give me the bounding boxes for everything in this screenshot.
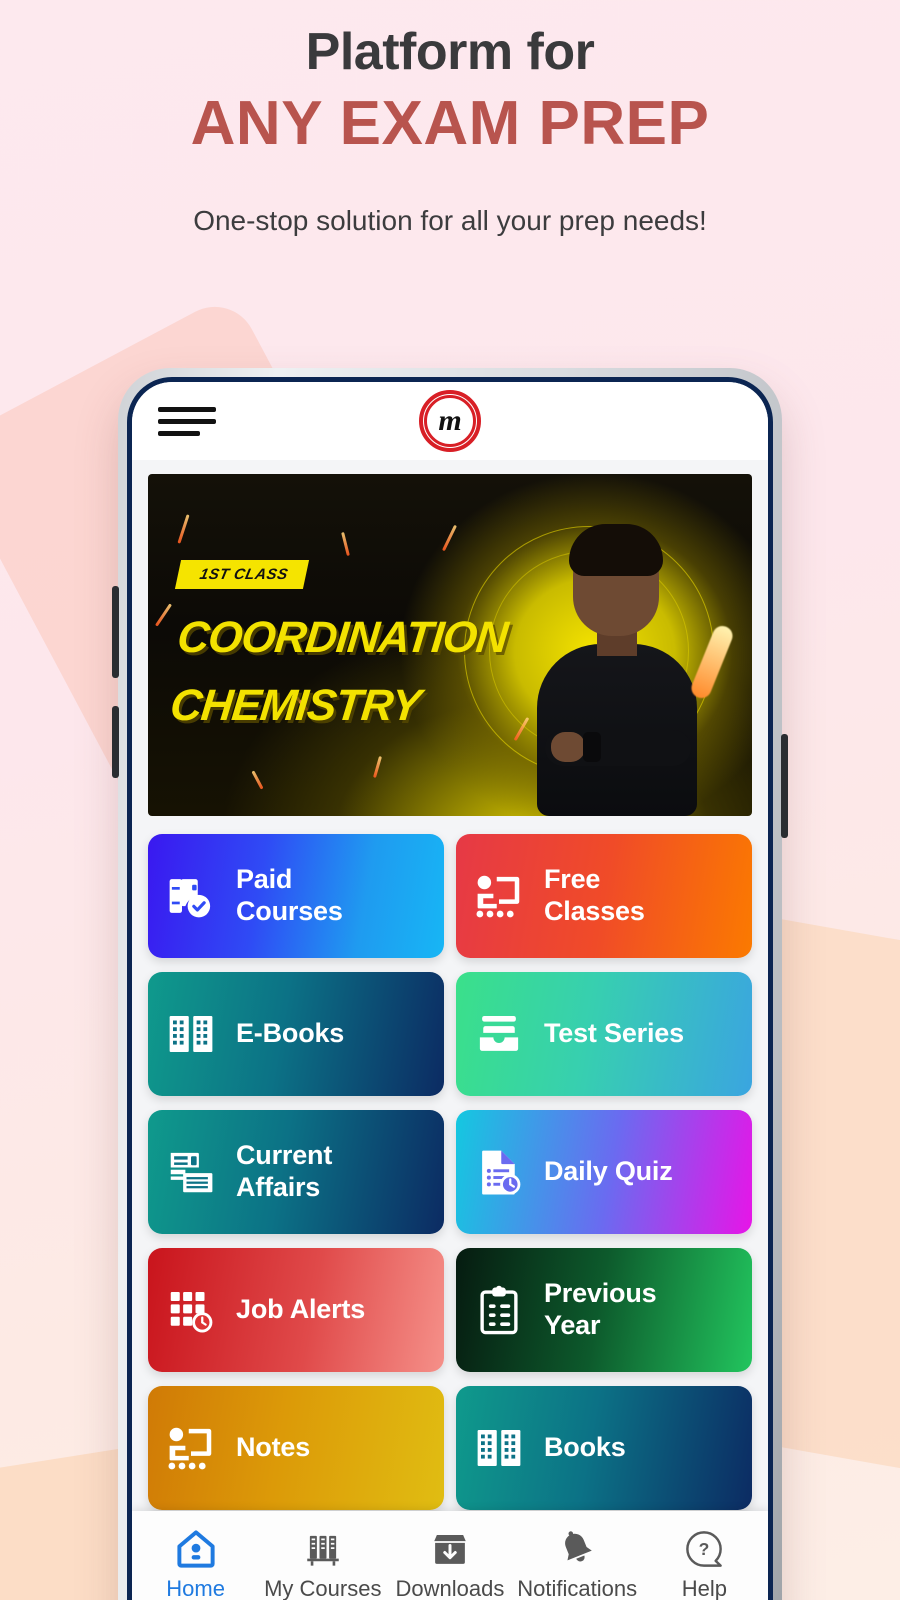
phone-screen: m 1ST CLASS COORDINATION CHEMISTRY Paid …	[132, 382, 768, 1600]
open-book-icon	[162, 1005, 220, 1063]
tile-label: Test Series	[544, 1018, 684, 1049]
tile-e-books[interactable]: E-Books	[148, 972, 444, 1096]
spark-decor	[341, 531, 350, 557]
app-bar: m	[132, 382, 768, 460]
brand-logo-letter: m	[438, 404, 462, 437]
spark-decor	[442, 524, 457, 552]
tile-label: E-Books	[236, 1018, 345, 1049]
teacher-board-icon	[162, 1419, 220, 1477]
download-box-icon	[434, 1535, 466, 1564]
headline-line-2: ANY EXAM PREP	[190, 89, 710, 158]
tile-daily-quiz[interactable]: Daily Quiz	[456, 1110, 752, 1234]
instructor-photo	[499, 516, 736, 816]
nav-item-help[interactable]: ? Help	[644, 1528, 764, 1600]
nav-label: Help	[681, 1576, 727, 1600]
nav-item-home[interactable]: Home	[136, 1528, 256, 1600]
tile-label: Notes	[236, 1432, 311, 1463]
bottom-navigation-bar: Home My Courses Downloads Notifications …	[132, 1511, 768, 1600]
tile-books[interactable]: Books	[456, 1386, 752, 1510]
tile-label: Books	[544, 1432, 626, 1463]
promo-headline-block: Platform for ANY EXAM PREP One-stop solu…	[0, 0, 900, 237]
instructor-hand	[551, 732, 585, 762]
app-content-area: 1ST CLASS COORDINATION CHEMISTRY Paid Co…	[132, 460, 768, 1600]
banner-badge-text: 1ST CLASS	[198, 566, 290, 583]
nav-item-downloads[interactable]: Downloads	[390, 1528, 510, 1600]
spark-decor	[154, 603, 173, 627]
feature-tile-grid: Paid Courses Free Classes E-Books Test S…	[148, 834, 752, 1510]
promo-banner[interactable]: 1ST CLASS COORDINATION CHEMISTRY	[148, 474, 752, 816]
nav-label: Downloads	[395, 1576, 505, 1600]
bell-icon	[565, 1531, 592, 1562]
phone-mockup: m 1ST CLASS COORDINATION CHEMISTRY Paid …	[118, 368, 782, 1600]
spark-decor	[373, 756, 382, 778]
inbox-tray-icon	[470, 1005, 528, 1063]
tile-label: Current Affairs	[236, 1140, 333, 1202]
tile-label: Daily Quiz	[544, 1156, 673, 1187]
tile-job-alerts[interactable]: Job Alerts	[148, 1248, 444, 1372]
phone-power-button[interactable]	[781, 734, 788, 838]
question-mark-icon: ?	[686, 1531, 723, 1567]
instructor-watch	[583, 732, 601, 762]
document-clock-icon	[470, 1143, 528, 1201]
nav-item-notifications[interactable]: Notifications	[517, 1528, 637, 1600]
banner-class-badge: 1ST CLASS	[174, 560, 310, 589]
spark-decor	[177, 514, 190, 544]
grid-clock-icon	[162, 1281, 220, 1339]
tile-label: Job Alerts	[236, 1294, 366, 1325]
home-icon	[177, 1530, 215, 1568]
banner-title-line-1: COORDINATION	[175, 613, 510, 662]
bookshelf-icon	[307, 1535, 339, 1566]
newspaper-icon	[162, 1143, 220, 1201]
spark-decor	[251, 770, 264, 790]
headline-line-1: Platform for	[305, 23, 595, 81]
nav-label: My Courses	[264, 1576, 382, 1600]
nav-label: Notifications	[517, 1576, 638, 1600]
tile-label: Free Classes	[544, 864, 645, 926]
tile-label: Paid Courses	[236, 864, 343, 926]
tile-label: Previous Year	[544, 1278, 657, 1340]
hamburger-menu-icon[interactable]	[158, 406, 216, 436]
brand-logo-icon[interactable]: m	[419, 390, 481, 452]
nav-label: Home	[166, 1576, 225, 1600]
tile-test-series[interactable]: Test Series	[456, 972, 752, 1096]
instructor-light-streak	[688, 623, 736, 701]
tile-previous-year[interactable]: Previous Year	[456, 1248, 752, 1372]
tile-free-classes[interactable]: Free Classes	[456, 834, 752, 958]
banner-title-line-2: CHEMISTRY	[167, 681, 423, 731]
books-check-icon	[162, 867, 220, 925]
svg-text:?: ?	[699, 1539, 710, 1559]
clipboard-check-icon	[470, 1281, 528, 1339]
phone-bezel: m 1ST CLASS COORDINATION CHEMISTRY Paid …	[127, 377, 773, 1600]
instructor-hair	[569, 524, 663, 576]
phone-volume-down-button[interactable]	[112, 706, 119, 778]
tile-paid-courses[interactable]: Paid Courses	[148, 834, 444, 958]
nav-item-my-courses[interactable]: My Courses	[263, 1528, 383, 1600]
tile-notes[interactable]: Notes	[148, 1386, 444, 1510]
tile-current-affairs[interactable]: Current Affairs	[148, 1110, 444, 1234]
banner-title: COORDINATION CHEMISTRY	[167, 609, 510, 735]
headline-subtitle: One-stop solution for all your prep need…	[193, 205, 707, 236]
teacher-board-icon	[470, 867, 528, 925]
phone-volume-up-button[interactable]	[112, 586, 119, 678]
open-book-icon	[470, 1419, 528, 1477]
